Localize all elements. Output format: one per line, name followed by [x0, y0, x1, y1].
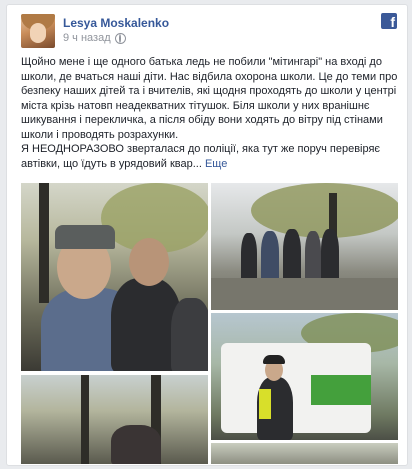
person-cap [55, 225, 115, 249]
facebook-icon[interactable]: f [381, 13, 397, 30]
photo-2[interactable] [211, 183, 398, 310]
guard-vest [259, 389, 271, 419]
crowd-person [305, 231, 321, 283]
street [211, 278, 398, 310]
photo-5[interactable] [211, 443, 398, 464]
photo-3[interactable] [211, 313, 398, 440]
avatar-face [30, 23, 46, 43]
post-paragraph-2: Я НЕОДНОРАЗОВО зверталася до поліції, як… [21, 142, 401, 171]
author-name[interactable]: Lesya Moskalenko [63, 16, 169, 30]
crowd-person [321, 229, 339, 283]
person-right [171, 298, 208, 371]
post-text: Щойно мене і ще одного батька ледь не по… [21, 55, 401, 171]
post-card: Lesya Moskalenko 9 ч назад f Щойно мене … [6, 4, 408, 466]
person [111, 425, 161, 464]
crowd-person [283, 229, 301, 283]
post-time[interactable]: 9 ч назад [63, 32, 111, 44]
crowd-person [261, 231, 279, 283]
globe-icon [114, 32, 126, 44]
guard-cap [263, 355, 285, 364]
photo-1[interactable] [21, 183, 208, 371]
see-more-link[interactable]: Еще [205, 158, 227, 170]
van-logo-band [311, 375, 371, 405]
tree-trunk [39, 183, 49, 303]
crowd-person [241, 233, 257, 283]
post-paragraph-2-text: Я НЕОДНОРАЗОВО зверталася до поліції, як… [21, 143, 381, 170]
post-paragraph-1: Щойно мене і ще одного батька ледь не по… [21, 56, 398, 141]
tree-trunk [81, 375, 89, 464]
post-meta: 9 ч назад [63, 32, 126, 44]
photo-4[interactable] [21, 375, 208, 464]
person-head-2 [129, 238, 169, 286]
avatar[interactable] [21, 14, 55, 48]
